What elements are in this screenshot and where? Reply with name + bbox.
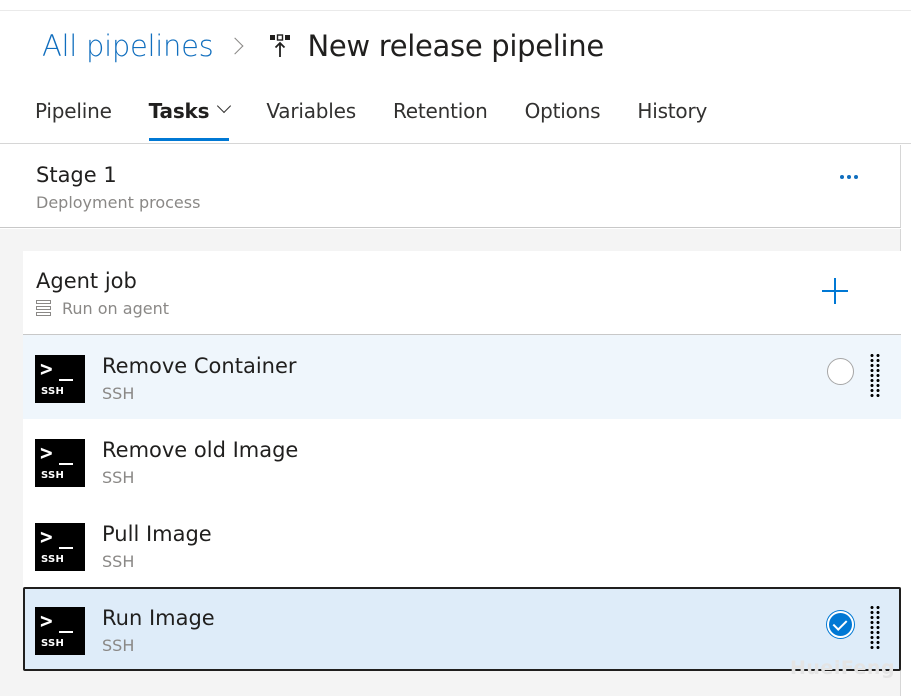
stage-subtitle: Deployment process — [36, 193, 201, 212]
add-task-button[interactable] — [822, 278, 848, 304]
tab-label: Retention — [392, 99, 488, 123]
page-header: All pipelines New release pipeline Pipel… — [0, 11, 911, 144]
ssh-task-icon: > SSH — [35, 607, 85, 655]
agent-job-title: Agent job — [36, 269, 137, 293]
task-title: Remove old Image — [102, 438, 299, 462]
task-item[interactable]: > SSH Remove Container SSH — [23, 335, 901, 419]
stage-header[interactable]: Stage 1 Deployment process — [0, 145, 901, 228]
server-icon — [36, 300, 51, 317]
tab-pipeline[interactable]: Pipeline — [35, 99, 112, 143]
stage-title: Stage 1 — [36, 163, 117, 187]
tab-label: Variables — [266, 99, 356, 123]
release-pipeline-icon — [269, 33, 291, 59]
tab-retention[interactable]: Retention — [393, 99, 488, 143]
page-title: New release pipeline — [307, 29, 604, 63]
task-type: SSH — [102, 384, 135, 403]
tab-label: Pipeline — [35, 99, 112, 123]
agent-job-subtitle-row: Run on agent — [36, 299, 169, 318]
task-type: SSH — [102, 468, 135, 487]
chevron-right-icon — [226, 37, 244, 55]
task-select-radio[interactable] — [827, 358, 854, 385]
drag-handle-icon[interactable] — [869, 353, 881, 399]
task-type: SSH — [102, 552, 135, 571]
task-item[interactable]: > SSH Pull Image SSH — [23, 503, 901, 587]
task-type: SSH — [102, 636, 135, 655]
task-item[interactable]: > SSH Remove old Image SSH — [23, 419, 901, 503]
task-title: Remove Container — [102, 354, 297, 378]
ssh-task-icon: > SSH — [35, 355, 85, 403]
chevron-down-icon — [217, 98, 232, 114]
tab-label: History — [637, 99, 708, 123]
watermark: HueiFeng — [790, 657, 896, 679]
drag-handle-icon[interactable] — [869, 605, 881, 651]
agent-job[interactable]: Agent job Run on agent — [23, 251, 901, 335]
tab-options[interactable]: Options — [525, 99, 601, 143]
all-pipelines-link[interactable]: All pipelines — [42, 29, 214, 63]
ssh-task-icon: > SSH — [35, 523, 85, 571]
tab-label: Tasks — [148, 99, 210, 123]
agent-job-subtitle: Run on agent — [62, 299, 169, 318]
task-title: Run Image — [102, 606, 215, 630]
task-list: > SSH Remove Container SSH > SSH Remove ol… — [23, 335, 901, 671]
tab-tasks[interactable]: Tasks — [148, 98, 232, 143]
task-title: Pull Image — [102, 522, 212, 546]
tab-label: Options — [524, 99, 601, 123]
task-item-selected[interactable]: > SSH Run Image SSH — [23, 587, 901, 671]
ellipsis-icon[interactable] — [840, 175, 858, 179]
tab-variables[interactable]: Variables — [266, 99, 356, 143]
ssh-task-icon: > SSH — [35, 439, 85, 487]
breadcrumb: All pipelines New release pipeline — [42, 29, 604, 63]
tab-bar: Pipeline Tasks Variables Retention Optio… — [35, 98, 744, 143]
tab-history[interactable]: History — [637, 99, 707, 143]
checkmark-icon[interactable] — [827, 611, 854, 638]
